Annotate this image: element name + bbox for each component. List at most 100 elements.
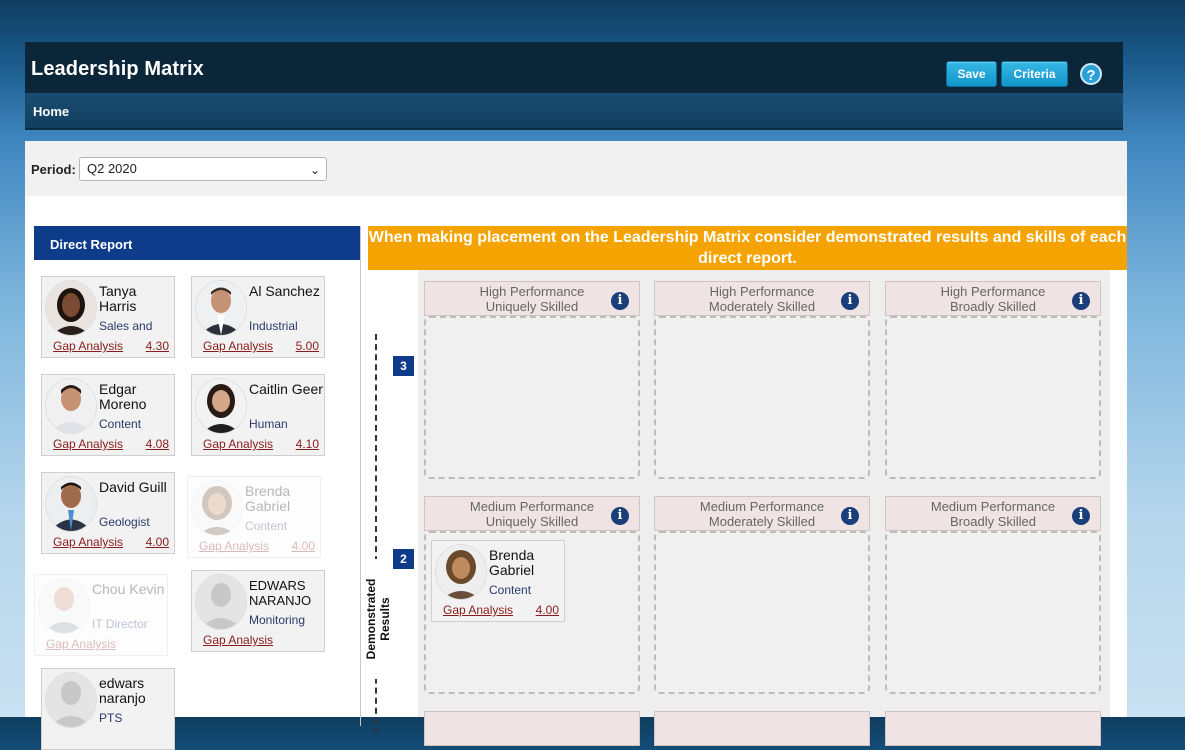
report-card[interactable]: Tanya Harris Sales and Gap Analysis 4.30 bbox=[41, 276, 175, 358]
avatar-icon bbox=[195, 378, 247, 434]
cell-title: High Performance bbox=[479, 284, 585, 299]
gap-analysis-link[interactable]: Gap Analysis bbox=[203, 633, 273, 647]
card-name: Caitlin Geer bbox=[249, 381, 323, 397]
report-card[interactable]: Edgar Moreno Content Gap Analysis 4.08 bbox=[41, 374, 175, 456]
row-number: 2 bbox=[393, 549, 414, 569]
title-bar: Leadership Matrix Save Criteria ? bbox=[25, 42, 1123, 93]
card-score-link[interactable]: 5.00 bbox=[296, 339, 319, 353]
avatar-icon bbox=[191, 480, 243, 536]
card-role: Industrial bbox=[249, 319, 298, 333]
report-card[interactable]: edwars naranjo PTS bbox=[41, 668, 175, 750]
cell-header: Medium Performance Uniquely Skilled i bbox=[424, 496, 640, 531]
avatar-icon bbox=[45, 378, 97, 434]
avatar-icon bbox=[45, 476, 97, 532]
period-selected-value: Q2 2020 bbox=[87, 161, 137, 176]
card-role: Content bbox=[99, 417, 142, 431]
info-icon[interactable]: i bbox=[841, 292, 859, 310]
cell-subtitle: Uniquely Skilled bbox=[485, 514, 579, 529]
card-role: Content bbox=[489, 583, 532, 597]
card-role: Sales and bbox=[99, 319, 153, 333]
cell-header: High Performance Broadly Skilled i bbox=[885, 281, 1101, 316]
axis-label: Demonstrated Results bbox=[364, 559, 392, 679]
avatar-icon bbox=[435, 544, 487, 600]
matrix-drop-zone[interactable] bbox=[885, 316, 1101, 479]
nav-bar: Home bbox=[25, 93, 1123, 130]
info-icon[interactable]: i bbox=[1072, 507, 1090, 525]
save-button[interactable]: Save bbox=[946, 61, 997, 87]
nav-home-link[interactable]: Home bbox=[33, 104, 69, 119]
cell-title: High Performance bbox=[709, 284, 815, 299]
avatar-icon bbox=[45, 280, 97, 336]
card-score-link[interactable]: 4.08 bbox=[146, 437, 169, 451]
report-card[interactable]: Caitlin Geer Human Gap Analysis 4.10 bbox=[191, 374, 325, 456]
report-card[interactable]: EDWARS NARANJO Monitoring Gap Analysis bbox=[191, 570, 325, 652]
cell-subtitle: Broadly Skilled bbox=[950, 299, 1036, 314]
card-role: PTS bbox=[99, 711, 123, 725]
matrix-drop-zone[interactable]: Brenda Gabriel Content Gap Analysis 4.00 bbox=[424, 531, 640, 694]
cell-header: High Performance Uniquely Skilled i bbox=[424, 281, 640, 316]
card-score-link[interactable]: 4.30 bbox=[146, 339, 169, 353]
cell-title: Medium Performance bbox=[469, 499, 595, 514]
info-icon[interactable]: i bbox=[611, 292, 629, 310]
cell-header: High Performance Moderately Skilled i bbox=[654, 281, 870, 316]
help-icon[interactable]: ? bbox=[1080, 63, 1102, 85]
card-role: IT Director bbox=[92, 617, 148, 631]
direct-report-panel: Direct Report Tanya Harris Sales and Gap… bbox=[34, 226, 361, 750]
card-score-link[interactable]: 4.10 bbox=[296, 437, 319, 451]
matrix-drop-zone[interactable] bbox=[654, 531, 870, 694]
card-name: edwars naranjo bbox=[99, 675, 146, 706]
report-card-dragging[interactable]: Brenda Gabriel Content Gap Analysis 4.00 bbox=[187, 476, 321, 558]
period-label: Period: bbox=[31, 162, 76, 177]
info-icon[interactable]: i bbox=[1072, 292, 1090, 310]
cell-title: High Performance bbox=[940, 284, 1046, 299]
card-name: Al Sanchez bbox=[249, 283, 320, 299]
chevron-down-icon: ⌄ bbox=[309, 163, 320, 177]
card-role: Human bbox=[249, 417, 288, 431]
period-bar: Period: Q2 2020 ⌄ bbox=[25, 141, 1127, 196]
gap-analysis-link[interactable]: Gap Analysis bbox=[53, 339, 123, 353]
gap-analysis-link[interactable]: Gap Analysis bbox=[203, 339, 273, 353]
cell-header bbox=[424, 711, 640, 746]
gap-analysis-link[interactable]: Gap Analysis bbox=[199, 539, 269, 553]
cell-subtitle: Broadly Skilled bbox=[950, 514, 1036, 529]
cell-title: Medium Performance bbox=[930, 499, 1056, 514]
matrix-drop-zone[interactable] bbox=[654, 316, 870, 479]
avatar-icon bbox=[195, 574, 247, 630]
card-name: Edgar Moreno bbox=[99, 381, 147, 412]
matrix-drop-zone[interactable] bbox=[885, 531, 1101, 694]
card-score-link[interactable]: 4.00 bbox=[292, 539, 315, 553]
app-title: Leadership Matrix bbox=[31, 58, 204, 80]
card-name: Brenda Gabriel bbox=[489, 547, 535, 578]
cell-subtitle: Uniquely Skilled bbox=[485, 299, 579, 314]
direct-report-header: Direct Report bbox=[34, 226, 360, 260]
card-name: Tanya Harris bbox=[99, 283, 137, 314]
period-select[interactable]: Q2 2020 ⌄ bbox=[79, 157, 327, 181]
report-card[interactable]: David Guill Geologist Gap Analysis 4.00 bbox=[41, 472, 175, 554]
card-score-link[interactable]: 4.00 bbox=[146, 535, 169, 549]
report-card-dragging[interactable]: Chou Kevin IT Director Gap Analysis bbox=[34, 574, 168, 656]
cell-title: Medium Performance bbox=[699, 499, 825, 514]
cell-subtitle: Moderately Skilled bbox=[708, 514, 816, 529]
cell-header bbox=[885, 711, 1101, 746]
gap-analysis-link[interactable]: Gap Analysis bbox=[203, 437, 273, 451]
report-card[interactable]: Al Sanchez Industrial Gap Analysis 5.00 bbox=[191, 276, 325, 358]
cell-header: Medium Performance Moderately Skilled i bbox=[654, 496, 870, 531]
card-role: Monitoring bbox=[249, 613, 306, 627]
placed-report-card[interactable]: Brenda Gabriel Content Gap Analysis 4.00 bbox=[431, 540, 565, 622]
gap-analysis-link[interactable]: Gap Analysis bbox=[53, 535, 123, 549]
matrix-drop-zone[interactable] bbox=[424, 316, 640, 479]
card-score-link[interactable]: 4.00 bbox=[536, 603, 559, 617]
avatar-icon bbox=[45, 672, 97, 728]
cell-subtitle: Moderately Skilled bbox=[708, 299, 816, 314]
info-icon[interactable]: i bbox=[611, 507, 629, 525]
gap-analysis-link[interactable]: Gap Analysis bbox=[46, 637, 116, 651]
card-name: Chou Kevin bbox=[92, 581, 165, 597]
gap-analysis-link[interactable]: Gap Analysis bbox=[53, 437, 123, 451]
cell-header: Medium Performance Broadly Skilled i bbox=[885, 496, 1101, 531]
avatar-icon bbox=[38, 578, 90, 634]
leadership-matrix: Demonstrated Results 3 2 High Performanc… bbox=[364, 270, 1110, 746]
gap-analysis-link[interactable]: Gap Analysis bbox=[443, 603, 513, 617]
main-content: Direct Report Tanya Harris Sales and Gap… bbox=[25, 196, 1127, 750]
criteria-button[interactable]: Criteria bbox=[1001, 61, 1068, 87]
info-icon[interactable]: i bbox=[841, 507, 859, 525]
